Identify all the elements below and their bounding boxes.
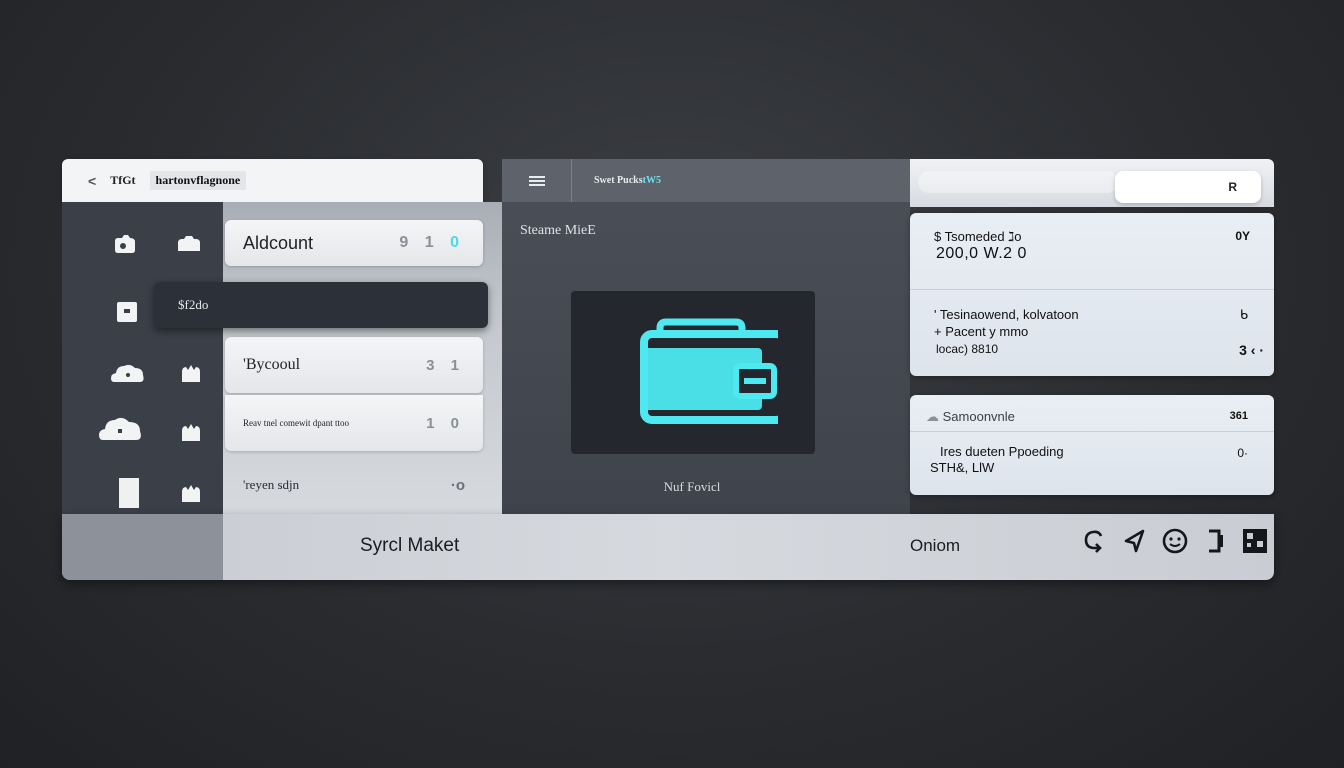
pawn-icon-3[interactable] [178, 482, 204, 504]
account-list: Aldcount 9 1 0 'Bycooul 3 1 Reav tnel co… [223, 202, 503, 514]
list-item-value: 1 0 [426, 414, 465, 432]
device-icon[interactable] [1200, 526, 1230, 556]
bottom-bar-rail [62, 514, 223, 580]
status-text: Oniom [910, 536, 961, 555]
list-item[interactable]: 'reyen sdjn ·o [225, 460, 483, 510]
detail-card-header-right: 361 [1229, 410, 1248, 422]
camera-icon[interactable] [112, 233, 138, 255]
cloud-icon[interactable] [110, 360, 146, 386]
folder-icon[interactable] [176, 233, 202, 255]
grid-icon[interactable] [1240, 526, 1270, 556]
back-icon[interactable]: < [88, 173, 96, 189]
left-header-subtitle: hartonvflagnone [149, 171, 247, 190]
top-action-button[interactable]: R [1115, 171, 1261, 203]
menu-icon[interactable] [502, 159, 572, 202]
summary-line-right: ᑲ [1239, 307, 1248, 322]
detail-header: Swet PuckstW5 [502, 159, 910, 202]
list-item[interactable]: 'Bycooul 3 1 [225, 337, 483, 393]
detail-line: Ires dueten Ppoeding [940, 444, 1064, 459]
left-header-title: TfGt [110, 173, 136, 187]
smile-icon[interactable] [1160, 526, 1190, 556]
summary-title: $ Tsomeded ℷo [934, 229, 1022, 244]
bottom-toolbar [1080, 526, 1270, 556]
cloud-large-icon[interactable] [98, 414, 144, 444]
detail-card-header: ☁ Samoonvnle [926, 409, 1015, 424]
summary-line: ' Tesinaowend, kolvatoon [934, 307, 1079, 322]
summary-line: + Pacent y mmo [934, 324, 1029, 339]
wallet-caption: Nuf Fovicl [663, 479, 721, 494]
list-item-value: 3 1 [426, 356, 465, 374]
list-item[interactable]: Reav tnel comewit dpant ttoo 1 0 [225, 395, 483, 451]
list-item-label: 'Bycooul [243, 356, 301, 373]
summary-line: locac) 8810 [936, 342, 999, 356]
list-item-value: 9 1 0 [399, 234, 465, 251]
cloud-sync-icon[interactable] [1080, 526, 1110, 556]
search-field[interactable] [918, 171, 1118, 193]
divider [910, 289, 1274, 290]
list-item-account[interactable]: Aldcount 9 1 0 [225, 220, 483, 266]
detail-panel: Swet PuckstW5 Steame MieE Nuf Fovicl [502, 159, 910, 514]
divider [910, 431, 1274, 432]
document-icon[interactable] [118, 477, 140, 509]
section-title: Steame MieE [520, 223, 596, 238]
pawn-icon[interactable] [178, 362, 204, 384]
left-header: < TfGt hartonvflagnone [62, 159, 483, 202]
summary-title-right: 0Y [1235, 229, 1250, 243]
summary-amount: 200,0 W.2 0 [936, 245, 1027, 262]
list-item-selected[interactable]: $f2do [154, 282, 488, 328]
list-item-label: Reav tnel comewit dpant ttoo [243, 418, 349, 428]
summary-line-right: 3 ‹ · [1239, 342, 1264, 358]
detail-line: STH&, LlW [930, 460, 995, 475]
list-item-value: ·o [450, 476, 465, 494]
app-window: < TfGt hartonvflagnone Aldcount 9 1 0 'B… [62, 159, 1274, 580]
bottom-title: Syrcl Maket [360, 535, 460, 556]
breadcrumb: Swet PuckstW5 [594, 175, 661, 186]
pawn-icon-2[interactable] [178, 421, 204, 443]
icon-rail [62, 202, 223, 514]
right-header: R [910, 159, 1274, 207]
wallet-icon [640, 318, 778, 424]
send-icon[interactable] [1120, 526, 1150, 556]
list-item-label: 'reyen sdjn [243, 477, 300, 492]
bottom-bar: Syrcl Maket Oniom [62, 514, 1274, 580]
detail-card[interactable]: ☁ Samoonvnle 361 Ires dueten Ppoeding 0·… [910, 395, 1274, 495]
wallet-card[interactable] [571, 291, 815, 454]
square-icon[interactable] [114, 301, 140, 323]
summary-card[interactable]: $ Tsomeded ℷo 0Y 200,0 W.2 0 ' Tesinaowe… [910, 213, 1274, 376]
detail-line-right: 0· [1237, 446, 1248, 460]
list-item-label: Aldcount [243, 232, 314, 253]
